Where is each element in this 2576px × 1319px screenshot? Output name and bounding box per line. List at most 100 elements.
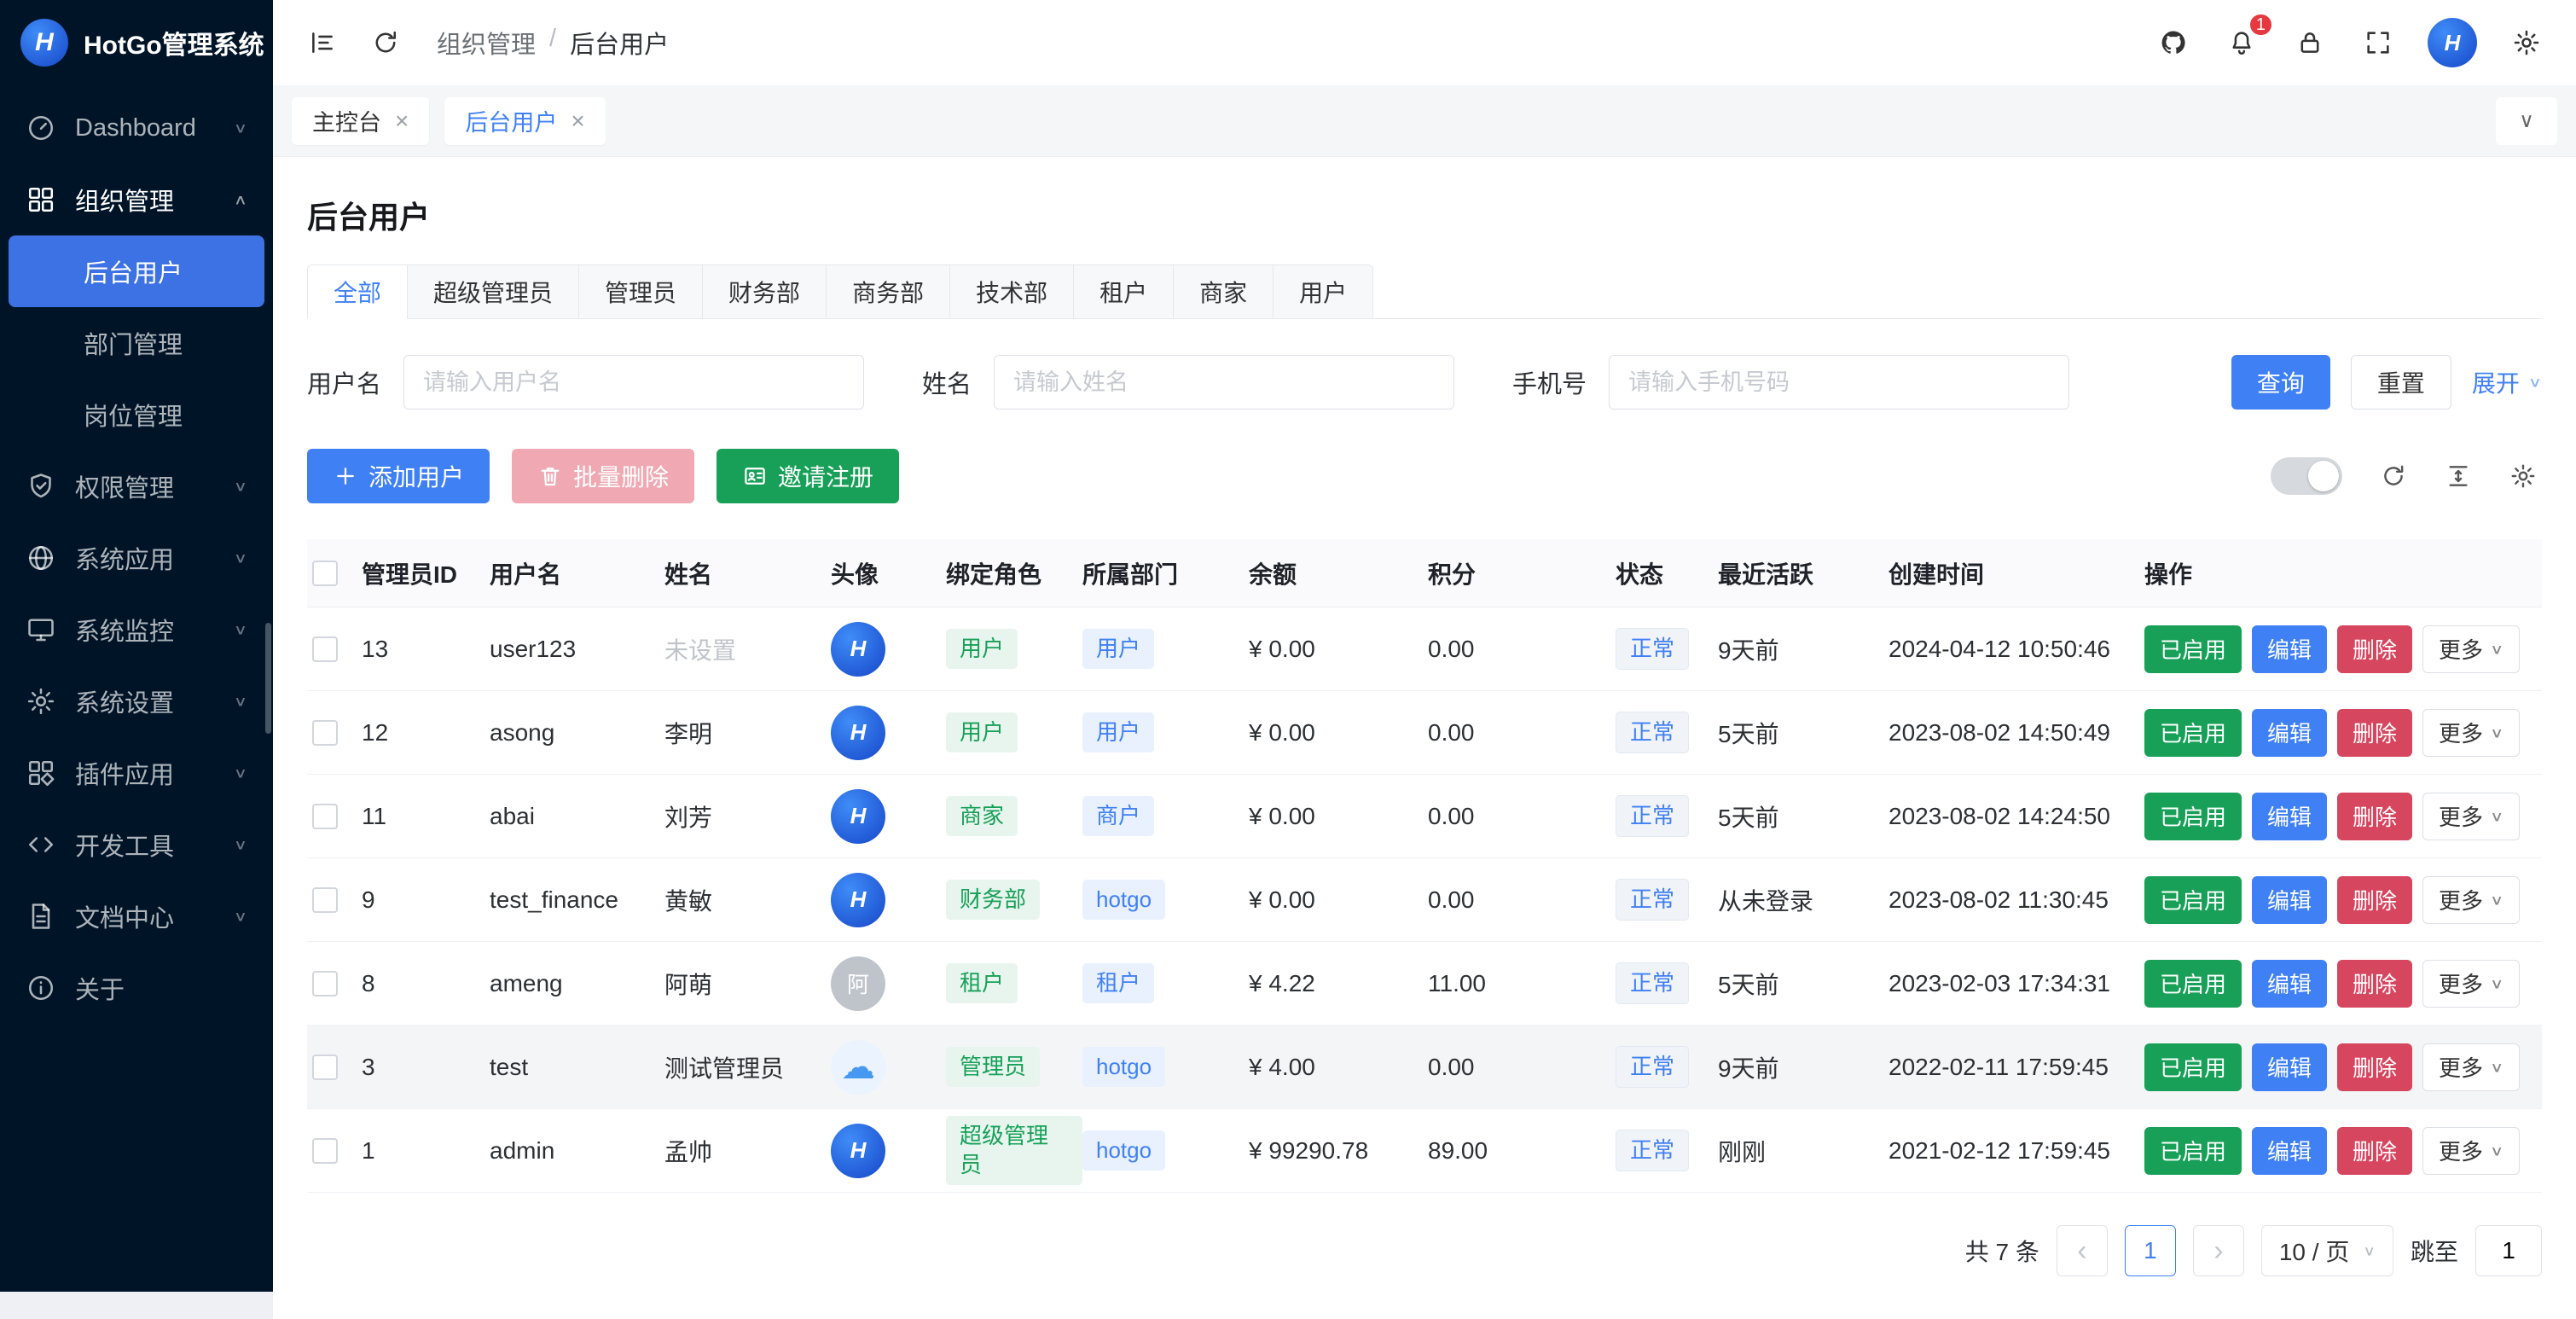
table-refresh-icon[interactable] <box>2375 457 2412 495</box>
tabbar-chevron-down-icon[interactable]: ∨ <box>2496 97 2557 145</box>
sidebar-item[interactable]: 组织管理∧ <box>0 164 273 235</box>
expand-filters-link[interactable]: 展开 ∨ <box>2472 365 2542 399</box>
jump-page-input[interactable] <box>2475 1225 2542 1276</box>
refresh-icon[interactable] <box>367 24 404 61</box>
row-avatar[interactable]: ☁ <box>831 1040 885 1095</box>
sidebar-item[interactable]: 系统应用∨ <box>0 522 273 594</box>
enabled-button[interactable]: 已启用 <box>2144 793 2242 840</box>
edit-button[interactable]: 编辑 <box>2252 793 2327 840</box>
row-checkbox[interactable] <box>307 887 362 913</box>
row-avatar[interactable]: H <box>831 622 885 677</box>
row-checkbox[interactable] <box>307 971 362 997</box>
role-tab[interactable]: 超级管理员 <box>408 264 579 319</box>
query-button[interactable]: 查询 <box>2231 355 2330 410</box>
column-settings-gear-icon[interactable] <box>2504 457 2542 495</box>
reset-button[interactable]: 重置 <box>2351 355 2451 410</box>
batch-delete-button[interactable]: 批量删除 <box>512 449 694 503</box>
github-icon[interactable] <box>2155 24 2192 61</box>
row-checkbox[interactable] <box>307 636 362 662</box>
row-checkbox[interactable] <box>307 720 362 746</box>
page-size-select[interactable]: 10 / 页 ∨ <box>2261 1225 2393 1276</box>
close-icon[interactable]: × <box>571 109 584 133</box>
role-tab[interactable]: 商务部 <box>827 264 950 319</box>
row-checkbox[interactable] <box>307 1138 362 1164</box>
edit-button[interactable]: 编辑 <box>2252 709 2327 757</box>
more-button[interactable]: 更多 ∨ <box>2422 709 2520 757</box>
row-avatar[interactable]: H <box>831 1124 885 1178</box>
close-icon[interactable]: × <box>395 109 409 133</box>
more-button[interactable]: 更多 ∨ <box>2422 960 2520 1008</box>
notification-bell[interactable]: 1 <box>2223 24 2260 61</box>
density-icon[interactable] <box>2440 457 2477 495</box>
breadcrumb-item[interactable]: 后台用户 <box>570 25 669 61</box>
sidebar-item[interactable]: 关于 <box>0 952 273 1024</box>
page-tab[interactable]: 后台用户× <box>444 97 605 145</box>
sidebar-scrollbar[interactable] <box>265 623 271 734</box>
edit-button[interactable]: 编辑 <box>2252 960 2327 1008</box>
edit-button[interactable]: 编辑 <box>2252 876 2327 924</box>
enabled-button[interactable]: 已启用 <box>2144 1043 2242 1091</box>
sidebar-item[interactable]: 权限管理∨ <box>0 450 273 522</box>
more-button[interactable]: 更多 ∨ <box>2422 793 2520 840</box>
settings-gear-icon[interactable] <box>2508 24 2545 61</box>
striped-toggle[interactable] <box>2271 457 2342 495</box>
delete-button[interactable]: 删除 <box>2337 709 2412 757</box>
delete-button[interactable]: 删除 <box>2337 1127 2412 1175</box>
row-avatar[interactable]: H <box>831 789 885 844</box>
filter-input[interactable] <box>994 355 1454 410</box>
app-logo[interactable]: H HotGo管理系统 <box>0 0 273 85</box>
sidebar-item[interactable]: 系统监控∨ <box>0 594 273 665</box>
user-avatar[interactable]: H <box>2428 18 2477 67</box>
delete-button[interactable]: 删除 <box>2337 1043 2412 1091</box>
delete-button[interactable]: 删除 <box>2337 876 2412 924</box>
delete-button[interactable]: 删除 <box>2337 625 2412 673</box>
invite-register-button[interactable]: 邀请注册 <box>717 449 899 503</box>
enabled-button[interactable]: 已启用 <box>2144 876 2242 924</box>
next-page-button[interactable]: › <box>2193 1225 2244 1276</box>
sidebar-item[interactable]: 开发工具∨ <box>0 809 273 880</box>
role-tab[interactable]: 用户 <box>1273 264 1373 319</box>
enabled-button[interactable]: 已启用 <box>2144 1127 2242 1175</box>
breadcrumb-item[interactable]: 组织管理 <box>437 25 536 61</box>
role-tab[interactable]: 财务部 <box>703 264 827 319</box>
sidebar-subitem[interactable]: 部门管理 <box>9 307 264 379</box>
sidebar-collapse-icon[interactable] <box>304 24 341 61</box>
sidebar-subitem[interactable]: 后台用户 <box>9 235 264 307</box>
select-all-checkbox[interactable] <box>307 561 362 586</box>
sidebar-subitem[interactable]: 岗位管理 <box>9 379 264 450</box>
more-button[interactable]: 更多 ∨ <box>2422 625 2520 673</box>
sidebar-item[interactable]: 文档中心∨ <box>0 880 273 952</box>
row-checkbox[interactable] <box>307 1055 362 1080</box>
row-avatar[interactable]: H <box>831 873 885 927</box>
filter-input[interactable] <box>403 355 864 410</box>
role-tab[interactable]: 商家 <box>1174 264 1273 319</box>
fullscreen-icon[interactable] <box>2359 24 2397 61</box>
row-checkbox[interactable] <box>307 804 362 829</box>
delete-button[interactable]: 删除 <box>2337 793 2412 840</box>
edit-button[interactable]: 编辑 <box>2252 625 2327 673</box>
delete-button[interactable]: 删除 <box>2337 960 2412 1008</box>
row-avatar[interactable]: 阿 <box>831 956 885 1011</box>
edit-button[interactable]: 编辑 <box>2252 1043 2327 1091</box>
more-button[interactable]: 更多 ∨ <box>2422 876 2520 924</box>
role-tab[interactable]: 租户 <box>1074 264 1174 319</box>
role-tab[interactable]: 技术部 <box>950 264 1074 319</box>
current-page-button[interactable]: 1 <box>2125 1225 2176 1276</box>
row-avatar[interactable]: H <box>831 706 885 760</box>
lock-icon[interactable] <box>2291 24 2329 61</box>
prev-page-button[interactable]: ‹ <box>2057 1225 2108 1276</box>
filter-input[interactable] <box>1609 355 2069 410</box>
sidebar-item[interactable]: 系统设置∨ <box>0 665 273 737</box>
enabled-button[interactable]: 已启用 <box>2144 625 2242 673</box>
role-tab[interactable]: 管理员 <box>579 264 703 319</box>
edit-button[interactable]: 编辑 <box>2252 1127 2327 1175</box>
add-user-button[interactable]: 添加用户 <box>307 449 490 503</box>
more-button[interactable]: 更多 ∨ <box>2422 1127 2520 1175</box>
sidebar-item[interactable]: 插件应用∨ <box>0 737 273 809</box>
role-tab[interactable]: 全部 <box>307 264 408 319</box>
page-tab[interactable]: 主控台× <box>292 97 429 145</box>
sidebar-item[interactable]: Dashboard∨ <box>0 92 273 164</box>
more-button[interactable]: 更多 ∨ <box>2422 1043 2520 1091</box>
enabled-button[interactable]: 已启用 <box>2144 709 2242 757</box>
enabled-button[interactable]: 已启用 <box>2144 960 2242 1008</box>
